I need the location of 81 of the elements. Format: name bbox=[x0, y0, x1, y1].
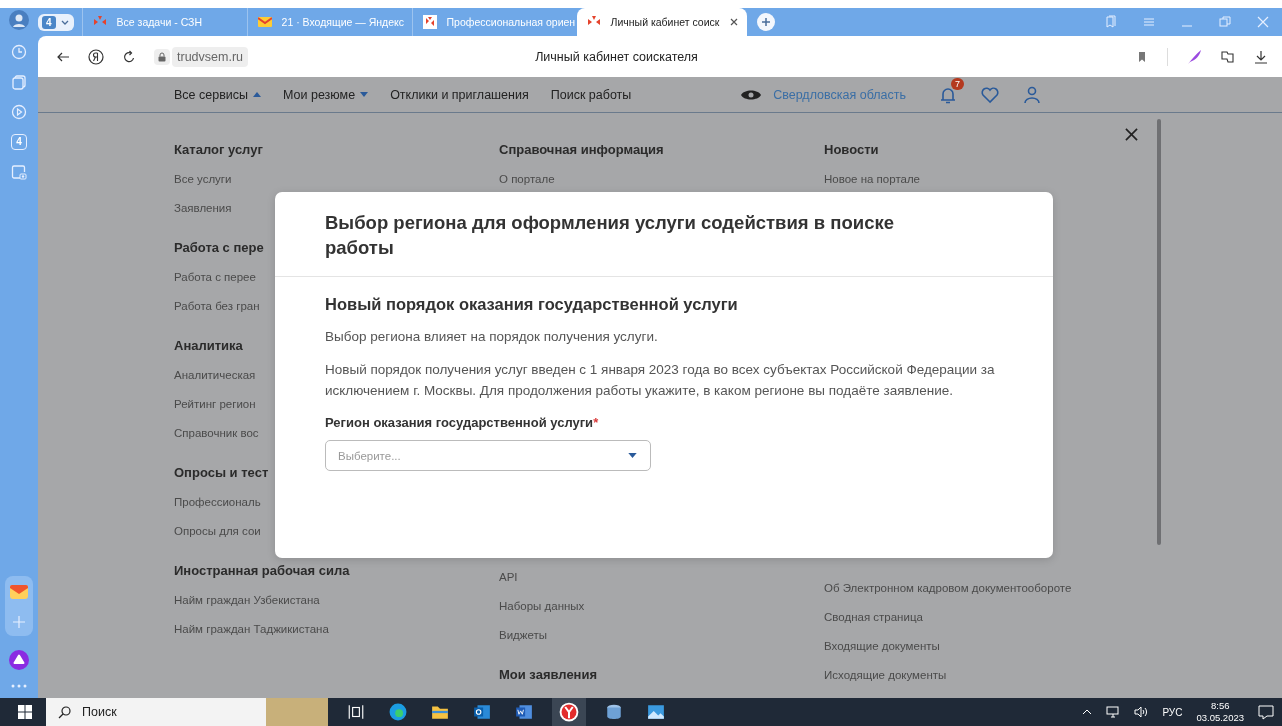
nav-link[interactable]: Поиск работы bbox=[550, 87, 632, 102]
new-tab-icon[interactable] bbox=[756, 13, 775, 31]
menu-link[interactable]: Найм граждан Узбекистана bbox=[174, 586, 320, 615]
nav-link[interactable]: Отклики и приглашения bbox=[390, 87, 529, 102]
menu-heading: Справочная информация bbox=[499, 141, 664, 159]
dialog-paragraph: Выбор региона влияет на порядок получения услуги. bbox=[325, 328, 659, 346]
browser-logo-icon[interactable] bbox=[88, 48, 104, 65]
language-indicator[interactable]: РУС bbox=[1162, 706, 1183, 718]
database-icon[interactable] bbox=[605, 703, 623, 721]
menu-link[interactable]: Сводная страница bbox=[824, 603, 923, 632]
download-icon[interactable] bbox=[1254, 49, 1268, 64]
yandex-browser-icon[interactable] bbox=[552, 698, 586, 726]
taskbar-search-field[interactable]: Поиск bbox=[46, 698, 266, 726]
volume-icon[interactable] bbox=[1134, 705, 1149, 719]
menu-heading: Каталог услуг bbox=[174, 141, 263, 159]
menu-link[interactable]: Об Электронном кадровом документообороте bbox=[824, 574, 1072, 603]
menu-link[interactable]: Справочник вос bbox=[174, 419, 259, 448]
folder-icon[interactable] bbox=[431, 703, 449, 721]
menu-link[interactable]: Работа без гран bbox=[174, 292, 260, 321]
notification-badge: 7 bbox=[951, 77, 964, 90]
dialog-paragraph: Новый порядок получения услуг введен с 1 января 2023 года во всех субъектах Российской Федерации за исключением г. Москвы. Для продолжения работы укажите, в каком регионе вы подаёте заявление. bbox=[325, 361, 996, 400]
profile-avatar-icon[interactable] bbox=[9, 10, 29, 30]
photo-placeholder bbox=[266, 698, 328, 726]
menu-link[interactable]: Заявления bbox=[174, 194, 232, 223]
reload-icon[interactable] bbox=[122, 49, 136, 64]
menu-heading: Работа с пере bbox=[174, 239, 264, 257]
user-icon[interactable] bbox=[1022, 84, 1042, 105]
close-icon[interactable] bbox=[1125, 128, 1138, 141]
menu-link[interactable]: API bbox=[499, 563, 518, 592]
clock-time[interactable]: 8:56 bbox=[1210, 700, 1230, 712]
eye-icon[interactable] bbox=[741, 88, 762, 101]
notifications-icon[interactable] bbox=[1258, 704, 1274, 720]
menu-link[interactable]: Работа с перее bbox=[174, 263, 256, 292]
caret-down-icon[interactable] bbox=[628, 453, 637, 458]
dialog-subtitle: Новый порядок оказания государственной услуги bbox=[325, 295, 739, 314]
search-icon bbox=[58, 705, 72, 719]
menu-link[interactable]: Новое на портале bbox=[824, 165, 920, 194]
close-icon[interactable] bbox=[729, 17, 740, 27]
lock-icon bbox=[157, 51, 167, 62]
heart-icon[interactable] bbox=[980, 84, 1000, 105]
menu-link[interactable]: Найм граждан Таджикистана bbox=[174, 615, 329, 644]
menu-heading: Иностранная рабочая сила bbox=[174, 562, 350, 580]
tab-count-badge[interactable]: 4 bbox=[11, 134, 27, 150]
menu-link[interactable]: Виджеты bbox=[499, 621, 548, 650]
clock-date[interactable]: 03.05.2023 bbox=[1196, 712, 1244, 724]
browser-edge-icon[interactable] bbox=[389, 703, 407, 721]
task-view-icon[interactable] bbox=[347, 703, 365, 721]
menu-link[interactable]: Рейтинг регион bbox=[174, 390, 256, 419]
menu-link[interactable]: Исходящие документы bbox=[824, 661, 947, 690]
region-select[interactable]: Выберите... bbox=[325, 440, 651, 471]
menu-link[interactable]: Наборы данных bbox=[499, 592, 585, 621]
chevron-up-icon[interactable] bbox=[1082, 707, 1093, 717]
page-title: Личный кабинет соискателя bbox=[534, 49, 699, 64]
dialog-title: Выбор региона для оформления услуги содействия в поиске работы bbox=[275, 192, 1053, 277]
menu-link[interactable]: Профессиональ bbox=[174, 488, 261, 517]
nav-link[interactable]: Все сервисы bbox=[174, 87, 262, 102]
menu-heading: Мои заявления bbox=[499, 666, 598, 684]
menu-heading: Опросы и тест bbox=[174, 464, 269, 482]
menu-link[interactable]: Опросы для сои bbox=[174, 517, 261, 546]
menu-link[interactable]: Все услуги bbox=[174, 165, 232, 194]
tab-group-button[interactable]: 4 bbox=[38, 13, 74, 31]
lock-button[interactable] bbox=[154, 48, 170, 65]
url-field[interactable]: trudvsem.ru bbox=[172, 46, 248, 67]
menu-link[interactable]: Аналитическая bbox=[174, 361, 256, 390]
scrollbar[interactable] bbox=[1157, 119, 1161, 545]
menu-link[interactable]: О портале bbox=[499, 165, 555, 194]
menu-heading: Аналитика bbox=[174, 337, 243, 355]
windows-start-icon[interactable] bbox=[18, 705, 32, 719]
nav-link[interactable]: Мои резюме bbox=[283, 87, 369, 102]
envelope-icon bbox=[257, 15, 272, 29]
word-icon[interactable] bbox=[515, 703, 533, 721]
assistant-icon[interactable] bbox=[9, 650, 29, 670]
region-link[interactable]: Свердловская область bbox=[773, 87, 906, 102]
feather-icon[interactable] bbox=[1186, 48, 1202, 65]
browser-tab[interactable]: Личный кабинет соиск bbox=[576, 8, 747, 36]
menu-heading: Новости bbox=[824, 141, 879, 159]
menu-link[interactable]: Входящие документы bbox=[824, 632, 940, 661]
photos-icon[interactable] bbox=[647, 703, 665, 721]
outlook-icon[interactable] bbox=[473, 703, 491, 721]
site-logo-icon bbox=[422, 15, 437, 29]
field-label: Регион оказания государственной услуги* bbox=[325, 415, 600, 430]
